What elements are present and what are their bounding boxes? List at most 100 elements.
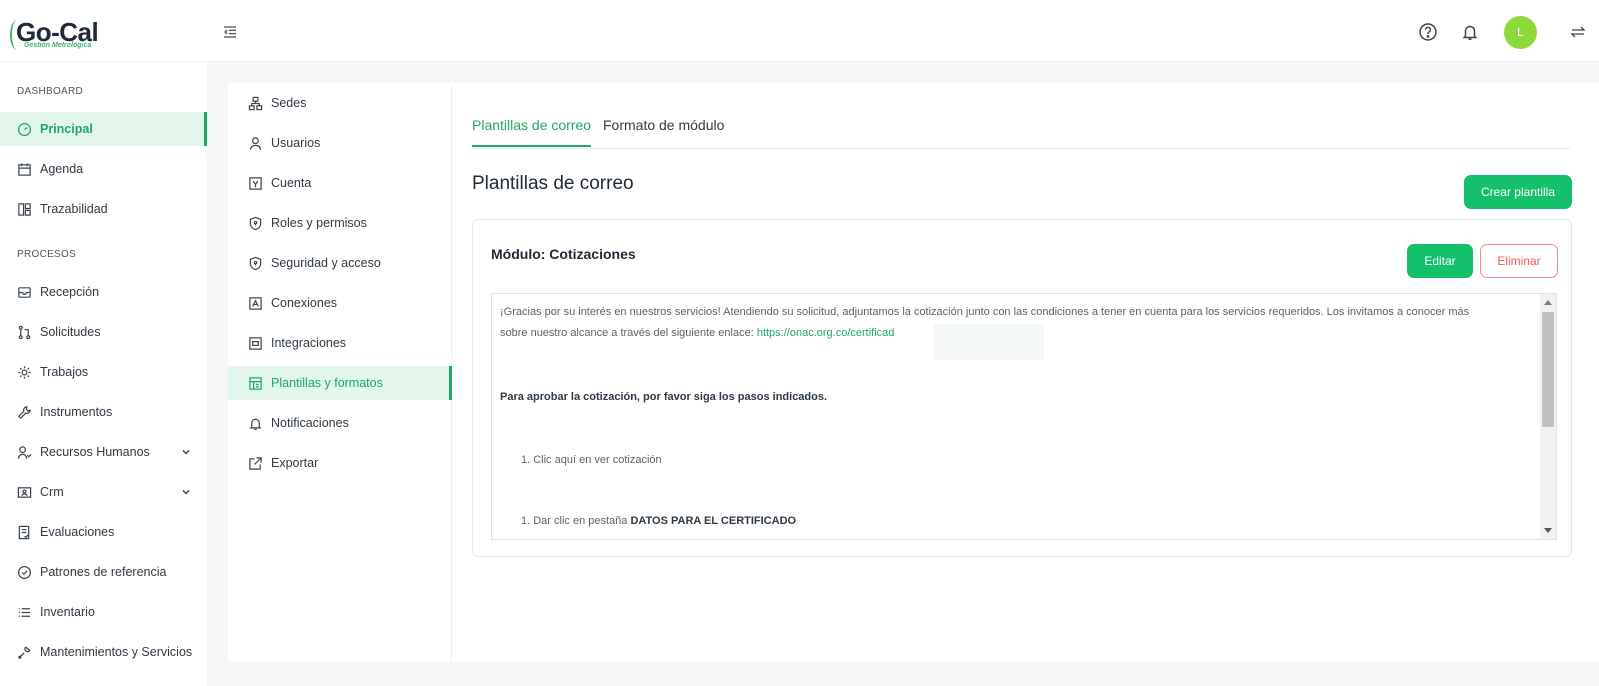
tools-icon [18,646,31,659]
sidebar-item-mantenimientos[interactable]: Mantenimientos y Servicios [0,635,207,669]
bell-icon [249,418,262,430]
sidebar-item-label: Principal [40,122,93,136]
submenu-item-label: Sedes [271,96,307,110]
contact-card-icon [17,486,32,498]
sidebar-item-label: Trabajos [40,365,89,379]
sidebar-item-label: Mantenimientos y Servicios [40,645,193,659]
sidebar-item-recepcion[interactable]: Recepción [0,275,207,309]
main-sidebar: DASHBOARD Principal Agenda Trazabilidad … [0,62,207,686]
connections-icon [249,296,262,310]
calendar-icon [18,162,31,176]
help-icon[interactable] [1418,22,1438,42]
scroll-up-arrow-icon[interactable] [1544,300,1552,305]
shield-icon [249,216,262,230]
intro-line-2: sobre nuestro alcance a través del sigui… [500,323,1528,344]
gear-icon [18,365,31,379]
integration-icon [249,336,262,350]
sidebar-item-label: Instrumentos [40,405,113,419]
submenu-item-label: Cuenta [271,176,312,190]
edit-button[interactable]: Editar [1407,244,1473,278]
page-title: Plantillas de correo [472,173,634,194]
shield-check-icon [17,565,32,579]
inbox-icon [18,286,31,298]
submenu-item-label: Integraciones [271,336,347,350]
sidebar-item-crm[interactable]: Crm [0,475,207,509]
submenu-item-label: Conexiones [271,296,338,310]
submenu-item-plantillas[interactable]: Plantillas y formatos [228,366,452,400]
sidebar-item-instrumentos[interactable]: Instrumentos [0,395,207,429]
swap-icon[interactable] [1568,22,1588,42]
sidebar-item-label: Recepción [40,285,100,299]
template-card: Módulo: Cotizaciones Editar Eliminar ¡Gr… [472,219,1572,557]
submenu-item-label: Usuarios [271,136,321,150]
scrollbar-thumb[interactable] [1542,312,1554,427]
sidebar-item-trabajos[interactable]: Trabajos [0,355,207,389]
sidebar-item-label: Recursos Humanos [40,445,150,459]
wrench-icon [18,405,31,419]
flow-icon [18,202,31,216]
submenu-item-label: Notificaciones [271,416,349,430]
submenu-item-conexiones[interactable]: Conexiones [228,286,452,320]
sidebar-item-label: Patrones de referencia [40,565,167,579]
step-1: 1. Clic aquí en ver cotización [521,454,662,466]
intro-line-1: ¡Gracias por su interés en nuestros serv… [500,306,1470,318]
submenu-item-exportar[interactable]: Exportar [228,446,452,480]
sidebar-item-label: Evaluaciones [40,525,115,539]
certificate-link[interactable]: https://onac.org.co/certificad [757,327,895,339]
submenu-item-integraciones[interactable]: Integraciones [228,326,452,360]
sidebar-item-evaluaciones[interactable]: Evaluaciones [0,515,207,549]
sidebar-item-recursos-humanos[interactable]: Recursos Humanos [0,435,207,469]
sidebar-item-label: Inventario [40,605,95,619]
main-content: Plantillas de correo Formato de módulo P… [452,83,1599,662]
tabs: Plantillas de correo Formato de módulo [472,105,1570,149]
editor-content: ¡Gracias por su interés en nuestros serv… [500,302,1528,532]
scroll-down-arrow-icon[interactable] [1544,528,1552,533]
submenu-item-label: Exportar [271,456,319,470]
shield-icon [249,256,262,270]
approve-instructions: Para aprobar la cotización, por favor si… [500,391,828,403]
app-logo[interactable]: Go-Cal Gestión Metrológica [10,18,120,52]
bell-icon[interactable] [1460,22,1480,42]
settings-submenu: Sedes Usuarios Cuenta Roles y permisos S… [228,83,452,662]
account-icon [249,176,262,190]
sidebar-item-agenda[interactable]: Agenda [0,152,207,186]
template-body-editor[interactable]: ¡Gracias por su interés en nuestros serv… [491,293,1557,540]
user-avatar[interactable]: L [1504,16,1537,49]
step-2-text: 1. Dar clic en pestaña [521,515,631,527]
sidebar-item-solicitudes[interactable]: Solicitudes [0,315,207,349]
chevron-down-icon [182,449,190,455]
top-bar: Go-Cal Gestión Metrológica L [0,0,1599,62]
step-2: 1. Dar clic en pestaña DATOS PARA EL CER… [500,511,1528,532]
delete-button[interactable]: Eliminar [1480,244,1558,278]
export-icon [249,456,262,470]
sidebar-item-label: Trazabilidad [40,202,108,216]
sidebar-item-inventario[interactable]: Inventario [0,595,207,629]
submenu-item-sedes[interactable]: Sedes [228,86,452,120]
editor-scrollbar[interactable] [1540,294,1556,539]
users-icon [17,445,32,459]
submenu-item-label: Seguridad y acceso [271,256,381,270]
create-template-button[interactable]: Crear plantilla [1464,175,1572,209]
tab-formato-de-modulo[interactable]: Formato de módulo [603,117,724,145]
tab-plantillas-de-correo[interactable]: Plantillas de correo [472,117,592,147]
sidebar-item-principal[interactable]: Principal [0,112,207,146]
document-check-icon [18,525,30,539]
submenu-item-seguridad[interactable]: Seguridad y acceso [228,246,452,280]
menu-toggle-icon[interactable] [222,24,238,40]
sidebar-item-trazabilidad[interactable]: Trazabilidad [0,192,207,226]
submenu-item-cuenta[interactable]: Cuenta [228,166,452,200]
gauge-icon [17,122,32,136]
submenu-item-notificaciones[interactable]: Notificaciones [228,406,452,440]
chevron-down-icon [182,489,190,495]
user-icon [249,136,262,150]
submenu-item-label: Plantillas y formatos [271,376,383,390]
section-label-dashboard: DASHBOARD [17,86,84,97]
submenu-item-usuarios[interactable]: Usuarios [228,126,452,160]
sidebar-item-patrones[interactable]: Patrones de referencia [0,555,207,589]
intro-line-2-text: sobre nuestro alcance a través del sigui… [500,327,757,339]
sidebar-item-label: Crm [40,485,64,499]
sitemap-icon [248,96,263,110]
sidebar-item-label: Solicitudes [40,325,101,339]
submenu-item-roles[interactable]: Roles y permisos [228,206,452,240]
section-label-procesos: PROCESOS [17,249,77,260]
